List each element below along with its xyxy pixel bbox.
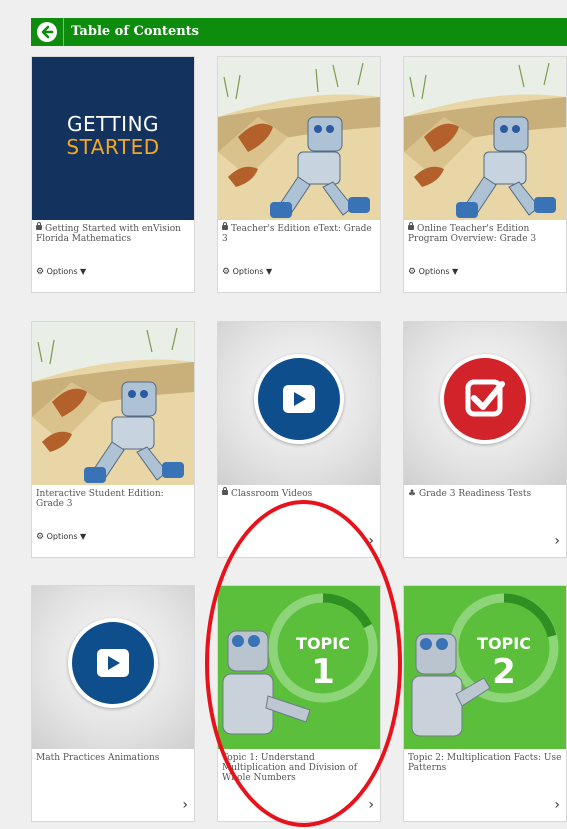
thumbnail-robot xyxy=(32,322,194,485)
options-label: Options xyxy=(46,267,78,276)
caption-text: Grade 3 Readiness Tests xyxy=(418,489,532,499)
thumbnail-robot xyxy=(218,57,380,220)
card-teachers-edition[interactable]: Teacher's Edition eText: Grade 3 ⚙ Optio… xyxy=(217,56,381,293)
card-online-teachers-edition[interactable]: Online Teacher's Edition Program Overvie… xyxy=(403,56,567,293)
play-icon xyxy=(283,385,315,413)
page-title: Table of Contents xyxy=(71,24,199,39)
gear-icon: ⚙ xyxy=(408,267,417,277)
checkbox-icon xyxy=(465,379,505,417)
topic-number: 2 xyxy=(492,652,516,692)
gear-icon: ⚙ xyxy=(222,267,231,277)
card-caption[interactable]: Topic 1: Understand Multiplication and D… xyxy=(222,753,378,783)
chevron-right-icon[interactable]: › xyxy=(368,533,374,549)
card-caption[interactable]: Topic 2: Multiplication Facts: Use Patte… xyxy=(408,753,564,773)
thumbnail-checkmark xyxy=(404,322,566,485)
card-caption[interactable]: Online Teacher's Edition Program Overvie… xyxy=(408,222,564,244)
options-label: Options xyxy=(232,267,264,276)
arrow-left-icon xyxy=(41,25,54,39)
play-icon xyxy=(97,649,129,677)
card-caption[interactable]: Interactive Student Edition: Grade 3 xyxy=(36,489,192,509)
robot-illustration-icon xyxy=(32,322,194,485)
card-caption[interactable]: ♣ Grade 3 Readiness Tests xyxy=(408,489,564,499)
lock-icon xyxy=(36,222,42,230)
gear-icon: ⚙ xyxy=(36,532,45,542)
topic-label: TOPIC xyxy=(477,634,531,653)
lock-icon xyxy=(222,222,228,230)
options-dropdown[interactable]: ⚙ Options ▼ xyxy=(36,532,86,542)
thumbnail-robot xyxy=(404,57,566,220)
lock-icon xyxy=(222,487,228,495)
toc-header: Table of Contents xyxy=(31,18,567,46)
robot-illustration-icon xyxy=(404,57,566,220)
back-button[interactable] xyxy=(37,22,57,42)
card-topic-1[interactable]: TOPIC 1 Topic 1: Understand Multiplicati… xyxy=(217,585,381,822)
card-caption[interactable]: Math Practices Animations xyxy=(36,753,192,763)
options-label: Options xyxy=(46,532,78,541)
thumbnail-getting-started: GETTING STARTED xyxy=(32,57,194,220)
caption-text: Online Teacher's Edition Program Overvie… xyxy=(408,224,537,244)
options-dropdown[interactable]: ⚙ Options ▼ xyxy=(408,267,458,277)
options-dropdown[interactable]: ⚙ Options ▼ xyxy=(222,267,272,277)
card-interactive-student-edition[interactable]: Interactive Student Edition: Grade 3 ⚙ O… xyxy=(31,321,195,558)
chevron-right-icon[interactable]: › xyxy=(554,797,560,813)
caret-down-icon: ▼ xyxy=(80,532,87,541)
thumbnail-topic-1: TOPIC 1 xyxy=(218,586,380,749)
topic-number: 1 xyxy=(311,652,335,692)
thumbnail-video xyxy=(218,322,380,485)
caption-text: Teacher's Edition eText: Grade 3 xyxy=(222,224,372,244)
options-dropdown[interactable]: ⚙ Options ▼ xyxy=(36,267,86,277)
card-getting-started[interactable]: GETTING STARTED Getting Started with enV… xyxy=(31,56,195,293)
play-button-circle xyxy=(68,618,158,708)
caption-text: Classroom Videos xyxy=(231,489,313,499)
card-caption[interactable]: Getting Started with enVision Florida Ma… xyxy=(36,222,192,244)
caret-down-icon: ▼ xyxy=(80,267,87,276)
chevron-right-icon[interactable]: › xyxy=(554,533,560,549)
card-caption[interactable]: Classroom Videos xyxy=(222,487,378,499)
assessment-icon: ♣ xyxy=(408,489,419,499)
thumb-text-line1: GETTING xyxy=(66,112,160,136)
caption-text: Getting Started with enVision Florida Ma… xyxy=(36,224,181,244)
chevron-right-icon[interactable]: › xyxy=(182,797,188,813)
thumbnail-topic-2: TOPIC 2 xyxy=(404,586,566,749)
topic-label: TOPIC xyxy=(296,634,350,653)
header-divider xyxy=(63,18,64,46)
options-label: Options xyxy=(418,267,450,276)
thumb-text-line2: STARTED xyxy=(66,135,160,159)
card-readiness-tests[interactable]: ♣ Grade 3 Readiness Tests › xyxy=(403,321,567,558)
card-math-practices-animations[interactable]: Math Practices Animations › xyxy=(31,585,195,822)
lock-icon xyxy=(408,222,414,230)
gear-icon: ⚙ xyxy=(36,267,45,277)
check-circle xyxy=(440,354,530,444)
chevron-right-icon[interactable]: › xyxy=(368,797,374,813)
thumbnail-video xyxy=(32,586,194,749)
card-classroom-videos[interactable]: Classroom Videos › xyxy=(217,321,381,558)
caret-down-icon: ▼ xyxy=(452,267,459,276)
caret-down-icon: ▼ xyxy=(266,267,273,276)
play-button-circle xyxy=(254,354,344,444)
card-topic-2[interactable]: TOPIC 2 Topic 2: Multiplication Facts: U… xyxy=(403,585,567,822)
robot-illustration-icon xyxy=(218,57,380,220)
card-caption[interactable]: Teacher's Edition eText: Grade 3 xyxy=(222,222,378,244)
